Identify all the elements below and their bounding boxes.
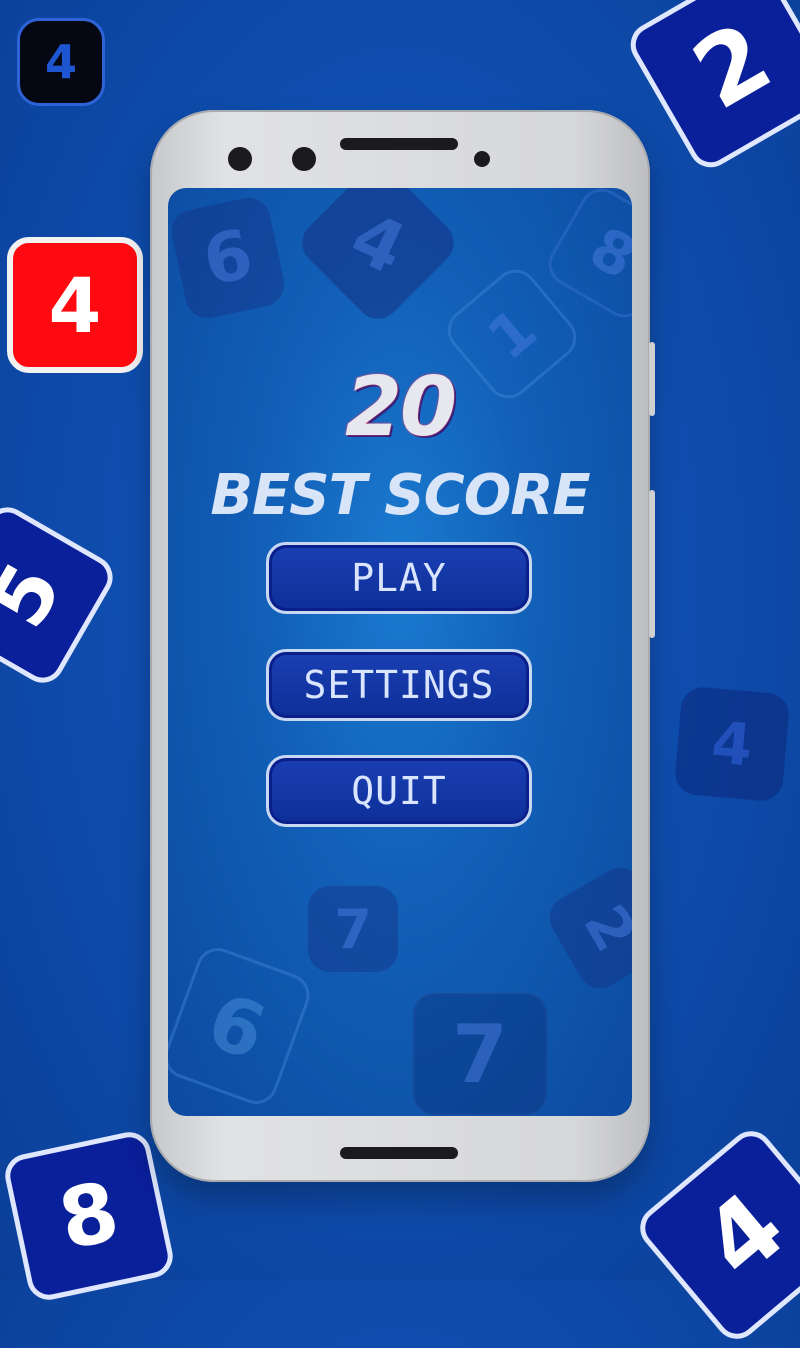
tile-4-bottom-right: 4 (631, 1122, 800, 1348)
tile-value: 4 (48, 260, 102, 350)
tile-value: 7 (334, 897, 372, 961)
play-button[interactable]: PLAY (266, 542, 532, 614)
tile-4-faded-right: 4 (673, 685, 791, 803)
best-score-value: 20 (344, 360, 457, 455)
tile-value: 4 (708, 708, 756, 780)
front-camera-icon (228, 147, 252, 171)
tile-value: 4 (44, 35, 77, 89)
tile-value: 8 (51, 1163, 127, 1269)
tile-value: 7 (452, 1007, 508, 1101)
screen-tile-4: 4 (293, 188, 463, 328)
tile-value: 8 (578, 213, 632, 293)
earpiece-speaker (340, 138, 458, 150)
tile-2-top-right: 2 (622, 0, 800, 176)
phone-frame: 6 4 8 1 7 2 6 7 20 BEST SCORE PLAY SETTI… (150, 110, 655, 1182)
tile-value: 4 (338, 195, 418, 291)
tile-4-top-left: 4 (17, 18, 105, 106)
screen-tile-7: 7 (308, 886, 398, 972)
tile-value: 6 (196, 975, 278, 1077)
tile-5-left: 5 (0, 499, 121, 691)
screen-tile-6: 6 (168, 193, 289, 323)
front-camera-icon (292, 147, 316, 171)
quit-button[interactable]: QUIT (266, 755, 532, 827)
screen-tile-7-bottom: 7 (413, 993, 547, 1115)
home-bar (340, 1147, 458, 1159)
settings-button[interactable]: SETTINGS (266, 649, 532, 721)
sensor-icon (474, 151, 490, 167)
tile-value: 5 (0, 547, 80, 643)
tile-value: 6 (196, 214, 260, 302)
screen-tile-2: 2 (541, 859, 632, 997)
phone-side-button (649, 490, 655, 638)
best-score-label: BEST SCORE (210, 463, 590, 528)
phone-side-button (649, 342, 655, 416)
tile-value: 2 (675, 0, 789, 132)
tile-value: 4 (682, 1170, 800, 1300)
tile-8-bottom-left: 8 (1, 1128, 177, 1304)
screen-tile-6-bottom: 6 (168, 941, 316, 1111)
game-screen: 6 4 8 1 7 2 6 7 20 BEST SCORE PLAY SETTI… (168, 188, 632, 1116)
tile-4-red: 4 (7, 237, 143, 373)
tile-value: 2 (570, 893, 632, 963)
